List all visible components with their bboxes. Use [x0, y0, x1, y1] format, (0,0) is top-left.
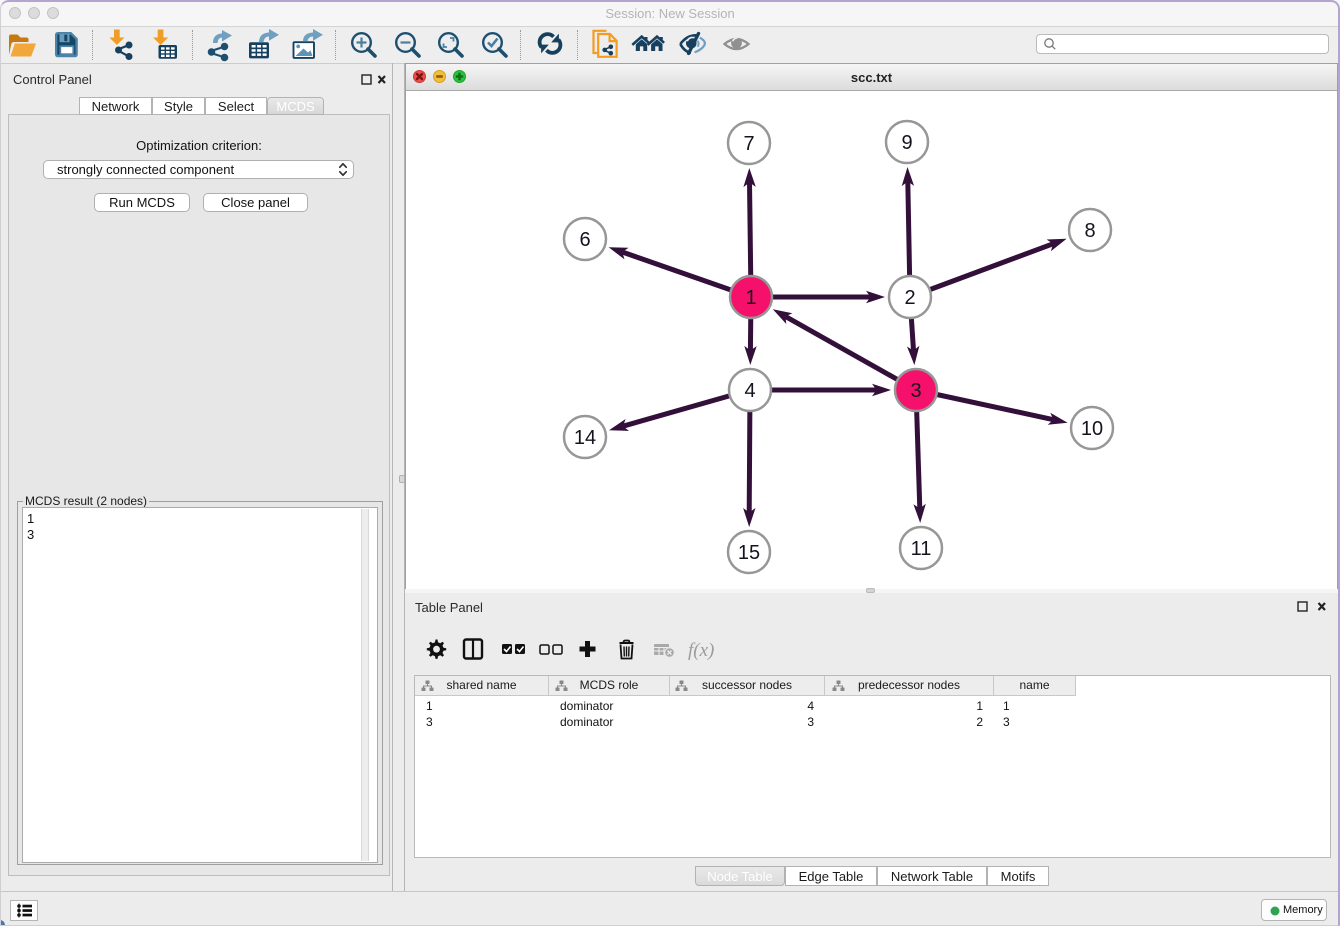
svg-text:6: 6	[579, 229, 590, 251]
svg-text:8: 8	[1084, 220, 1095, 242]
svg-text:1: 1	[745, 287, 756, 309]
svg-text:9: 9	[901, 132, 912, 154]
svg-text:3: 3	[910, 380, 921, 402]
svg-text:14: 14	[574, 427, 596, 449]
svg-text:f(x): f(x)	[688, 640, 714, 661]
svg-text:2: 2	[904, 287, 915, 309]
svg-text:7: 7	[743, 133, 754, 155]
svg-text:4: 4	[744, 380, 755, 402]
svg-text:15: 15	[738, 542, 760, 564]
svg-text:11: 11	[911, 538, 932, 560]
svg-text:10: 10	[1081, 418, 1103, 440]
